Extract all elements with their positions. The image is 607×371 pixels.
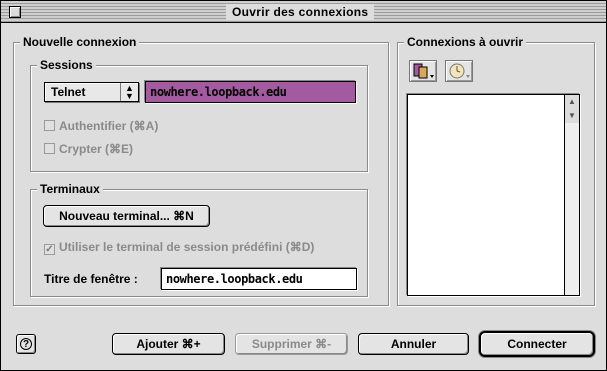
checkbox-checked-icon: ✓ — [44, 244, 55, 255]
help-button[interactable]: ? — [16, 334, 36, 354]
close-box[interactable] — [9, 6, 21, 18]
new-terminal-button[interactable]: Nouveau terminal... ⌘N — [43, 205, 210, 227]
sessions-group: Sessions Telnet ▲ ▼ nowhere.loopback.edu … — [30, 57, 368, 172]
help-icon: ? — [20, 338, 32, 350]
use-default-terminal-checkbox[interactable]: ✓ Utiliser le terminal de session prédéfi… — [44, 239, 314, 255]
cancel-button[interactable]: Annuler — [358, 333, 469, 355]
favorites-menu-button[interactable] — [409, 60, 437, 82]
connections-to-open-group: Connexions à ouvrir ▲ ▼ — [397, 34, 595, 306]
authenticate-label: Authentifier (⌘A) — [59, 119, 159, 133]
add-button[interactable]: Ajouter ⌘+ — [112, 333, 225, 355]
remove-button[interactable]: Supprimer ⌘- — [235, 333, 348, 355]
checkbox-empty-icon — [44, 143, 55, 154]
connections-list[interactable]: ▲ ▼ — [407, 94, 580, 296]
connections-scrollbar[interactable]: ▲ ▼ — [564, 95, 579, 295]
encrypt-checkbox[interactable]: Crypter (⌘E) — [44, 141, 133, 157]
recent-menu-button[interactable] — [445, 60, 473, 82]
new-connection-group: Nouvelle connexion Sessions Telnet ▲ ▼ no… — [13, 34, 389, 306]
window-title: Ouvrir des connexions — [226, 4, 375, 20]
protocol-popup[interactable]: Telnet ▲ ▼ — [44, 82, 139, 102]
protocol-selected: Telnet — [51, 85, 86, 99]
terminals-label: Terminaux — [37, 181, 103, 197]
dialog-window: Ouvrir des connexions Nouvelle connexion… — [0, 0, 607, 371]
terminals-group: Terminaux Nouveau terminal... ⌘N ✓ Utilis… — [30, 181, 368, 297]
sessions-label: Sessions — [37, 57, 96, 73]
encrypt-label: Crypter (⌘E) — [59, 142, 134, 156]
new-connection-label: Nouvelle connexion — [20, 34, 140, 50]
scroll-down-icon[interactable]: ▼ — [565, 109, 579, 123]
use-default-terminal-label: Utiliser le terminal de session prédéfin… — [59, 240, 315, 254]
clock-icon — [449, 63, 470, 79]
connections-to-open-label: Connexions à ouvrir — [404, 34, 527, 50]
folder-stack-icon — [413, 63, 434, 79]
connect-button[interactable]: Connecter — [479, 331, 595, 357]
popup-arrows-icon: ▲ ▼ — [120, 83, 138, 101]
scroll-up-icon[interactable]: ▲ — [565, 95, 579, 109]
checkbox-empty-icon — [44, 120, 55, 131]
host-field[interactable]: nowhere.loopback.edu — [145, 81, 356, 103]
window-title-field[interactable]: nowhere.loopback.edu — [161, 268, 357, 290]
authenticate-checkbox[interactable]: Authentifier (⌘A) — [44, 118, 158, 134]
title-bar[interactable]: Ouvrir des connexions — [1, 1, 606, 23]
window-title-label: Titre de fenêtre : — [44, 272, 138, 286]
